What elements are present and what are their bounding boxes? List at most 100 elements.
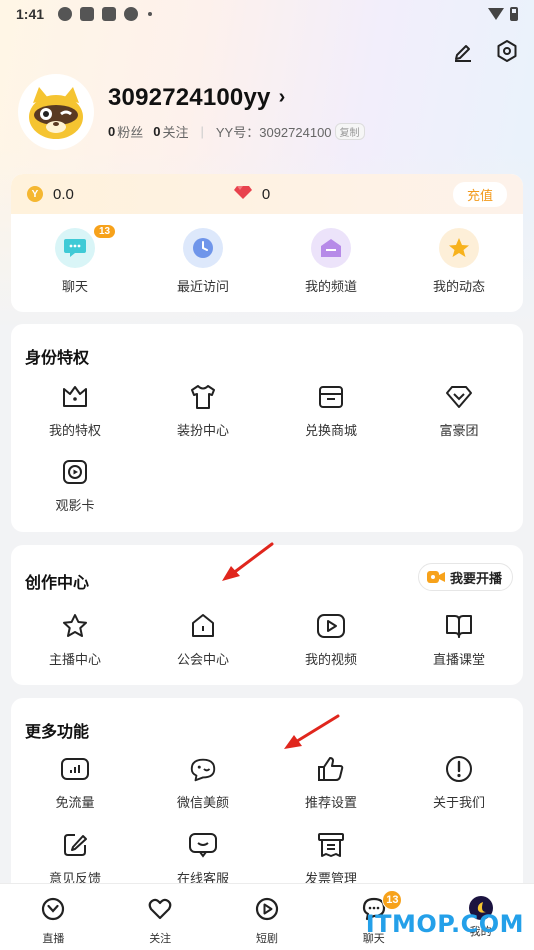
play-card-icon xyxy=(60,457,90,487)
notification-app-icon xyxy=(124,7,139,21)
profile-header: 3092724100yy › 0 粉丝 0 关注 | YY号：309272410… xyxy=(18,74,365,150)
more-item-label: 推荐设置 xyxy=(304,795,357,810)
profile-stats: 0 粉丝 0 关注 | YY号：3092724100 复制 xyxy=(108,122,365,141)
identity-item-moviecard[interactable]: 观影卡 xyxy=(11,457,139,514)
identity-item-rich[interactable]: 富豪团 xyxy=(395,382,523,439)
edit-profile-icon[interactable] xyxy=(450,38,476,64)
recharge-button[interactable]: 充值 xyxy=(452,181,507,207)
settings-gear-icon[interactable] xyxy=(494,38,520,64)
tab-shortdrama[interactable]: 短剧 xyxy=(214,884,321,950)
annotation-arrow xyxy=(222,542,274,581)
heart-icon xyxy=(147,896,173,927)
more-item-freedata[interactable]: 免流量 xyxy=(11,754,139,811)
diamond-icon xyxy=(444,382,474,412)
identity-grid-row2: 观影卡 xyxy=(11,457,523,514)
more-item-about[interactable]: 关于我们 xyxy=(395,754,523,811)
identity-item-privilege[interactable]: 我的特权 xyxy=(11,382,139,439)
creator-item-guild[interactable]: 公会中心 xyxy=(139,611,267,668)
watermark: ITMOP.COM xyxy=(365,910,524,938)
diamond-balance[interactable]: 0 xyxy=(262,186,270,203)
tab-live[interactable]: 直播 xyxy=(0,884,107,950)
more-item-recommend[interactable]: 推荐设置 xyxy=(267,754,395,811)
creator-item-myvideo[interactable]: 我的视频 xyxy=(267,611,395,668)
live-icon xyxy=(40,896,66,927)
tshirt-icon xyxy=(188,382,218,412)
notification-app-icon xyxy=(102,7,117,21)
video-icon xyxy=(316,611,346,641)
notification-app-icon xyxy=(58,7,73,21)
more-item-label: 关于我们 xyxy=(432,795,485,810)
coin-balance[interactable]: 0.0 xyxy=(53,186,74,203)
creator-item-classroom[interactable]: 直播课堂 xyxy=(395,611,523,668)
more-grid-row1: 免流量 微信美颜 推荐设置 关于我们 xyxy=(11,754,523,811)
identity-item-label: 装扮中心 xyxy=(176,423,229,438)
profile-info: 3092724100yy › 0 粉丝 0 关注 | YY号：309272410… xyxy=(108,84,365,141)
tab-label: 短剧 xyxy=(255,933,278,945)
follow-label[interactable]: 关注 xyxy=(162,122,188,141)
quick-item-chat[interactable]: 13 聊天 xyxy=(11,224,139,295)
creator-grid: 主播中心 公会中心 我的视频 直播课堂 xyxy=(11,611,523,668)
book-icon xyxy=(444,611,474,641)
identity-grid-row1: 我的特权 装扮中心 兑换商城 富豪团 xyxy=(11,382,523,439)
wallet-strip: Y 0.0 0 充值 xyxy=(11,174,523,214)
house-icon xyxy=(188,611,218,641)
section-title: 更多功能 xyxy=(25,724,90,741)
status-time: 1:41 xyxy=(16,6,45,22)
more-notifications-dot xyxy=(148,12,153,16)
quick-item-channel[interactable]: 我的频道 xyxy=(267,228,395,295)
section-title: 创作中心 xyxy=(25,575,90,592)
chevron-right-icon: › xyxy=(278,86,286,108)
more-item-invoice[interactable]: 发票管理 xyxy=(267,830,395,887)
identity-item-dressup[interactable]: 装扮中心 xyxy=(139,382,267,439)
annotation-arrow xyxy=(284,714,340,749)
thumbs-up-icon xyxy=(316,754,346,784)
tab-follow[interactable]: 关注 xyxy=(107,884,214,950)
edit-icon xyxy=(60,830,90,860)
play-icon xyxy=(254,896,280,927)
identity-section: 身份特权 我的特权 装扮中心 兑换商城 富豪团 观影卡 xyxy=(11,324,523,532)
more-item-service[interactable]: 在线客服 xyxy=(139,830,267,887)
username-row[interactable]: 3092724100yy › xyxy=(108,84,365,112)
identity-item-label: 兑换商城 xyxy=(304,423,357,438)
status-bar: 1:41 xyxy=(0,0,534,28)
invoice-icon xyxy=(316,830,346,860)
creator-item-label: 主播中心 xyxy=(48,652,101,667)
tab-label: 关注 xyxy=(149,933,172,945)
identity-item-shop[interactable]: 兑换商城 xyxy=(267,382,395,439)
stats-divider: | xyxy=(200,123,204,139)
identity-item-label: 富豪团 xyxy=(439,423,479,438)
tab-label: 直播 xyxy=(42,933,65,945)
quick-item-recent[interactable]: 最近访问 xyxy=(139,228,267,295)
info-icon xyxy=(444,754,474,784)
yy-id: YY号：3092724100 xyxy=(215,124,332,140)
wifi-icon xyxy=(488,8,504,20)
start-live-button[interactable]: 我要开播 xyxy=(417,563,513,591)
quick-item-label: 聊天 xyxy=(61,279,88,294)
data-card-icon xyxy=(60,754,90,784)
diamond-icon xyxy=(233,185,252,204)
creator-item-anchor[interactable]: 主播中心 xyxy=(11,611,139,668)
battery-icon xyxy=(510,7,518,21)
section-title: 身份特权 xyxy=(25,350,90,367)
fans-label[interactable]: 粉丝 xyxy=(117,122,143,141)
quick-item-label: 我的动态 xyxy=(432,279,485,294)
wallet-card: Y 0.0 0 充值 13 聊天 最近访问 我的频道 我的动态 xyxy=(11,174,523,312)
camera-icon xyxy=(426,570,445,584)
quick-item-label: 最近访问 xyxy=(176,279,229,294)
more-item-beauty[interactable]: 微信美颜 xyxy=(139,754,267,811)
avatar[interactable] xyxy=(18,74,94,150)
quick-item-moments[interactable]: 我的动态 xyxy=(395,228,523,295)
creator-item-label: 直播课堂 xyxy=(432,652,485,667)
more-grid-row2: 意见反馈 在线客服 发票管理 xyxy=(11,830,523,887)
identity-item-label: 我的特权 xyxy=(48,423,101,438)
creator-item-label: 我的视频 xyxy=(304,652,357,667)
more-item-feedback[interactable]: 意见反馈 xyxy=(11,830,139,887)
star-icon xyxy=(439,228,479,268)
quick-item-label: 我的频道 xyxy=(304,279,357,294)
header-actions xyxy=(450,38,520,64)
creator-item-label: 公会中心 xyxy=(176,652,229,667)
clock-icon xyxy=(183,228,223,268)
chat-bubble-icon xyxy=(55,228,95,268)
chat-tab-badge: 13 xyxy=(382,890,403,910)
copy-id-button[interactable]: 复制 xyxy=(334,122,365,140)
